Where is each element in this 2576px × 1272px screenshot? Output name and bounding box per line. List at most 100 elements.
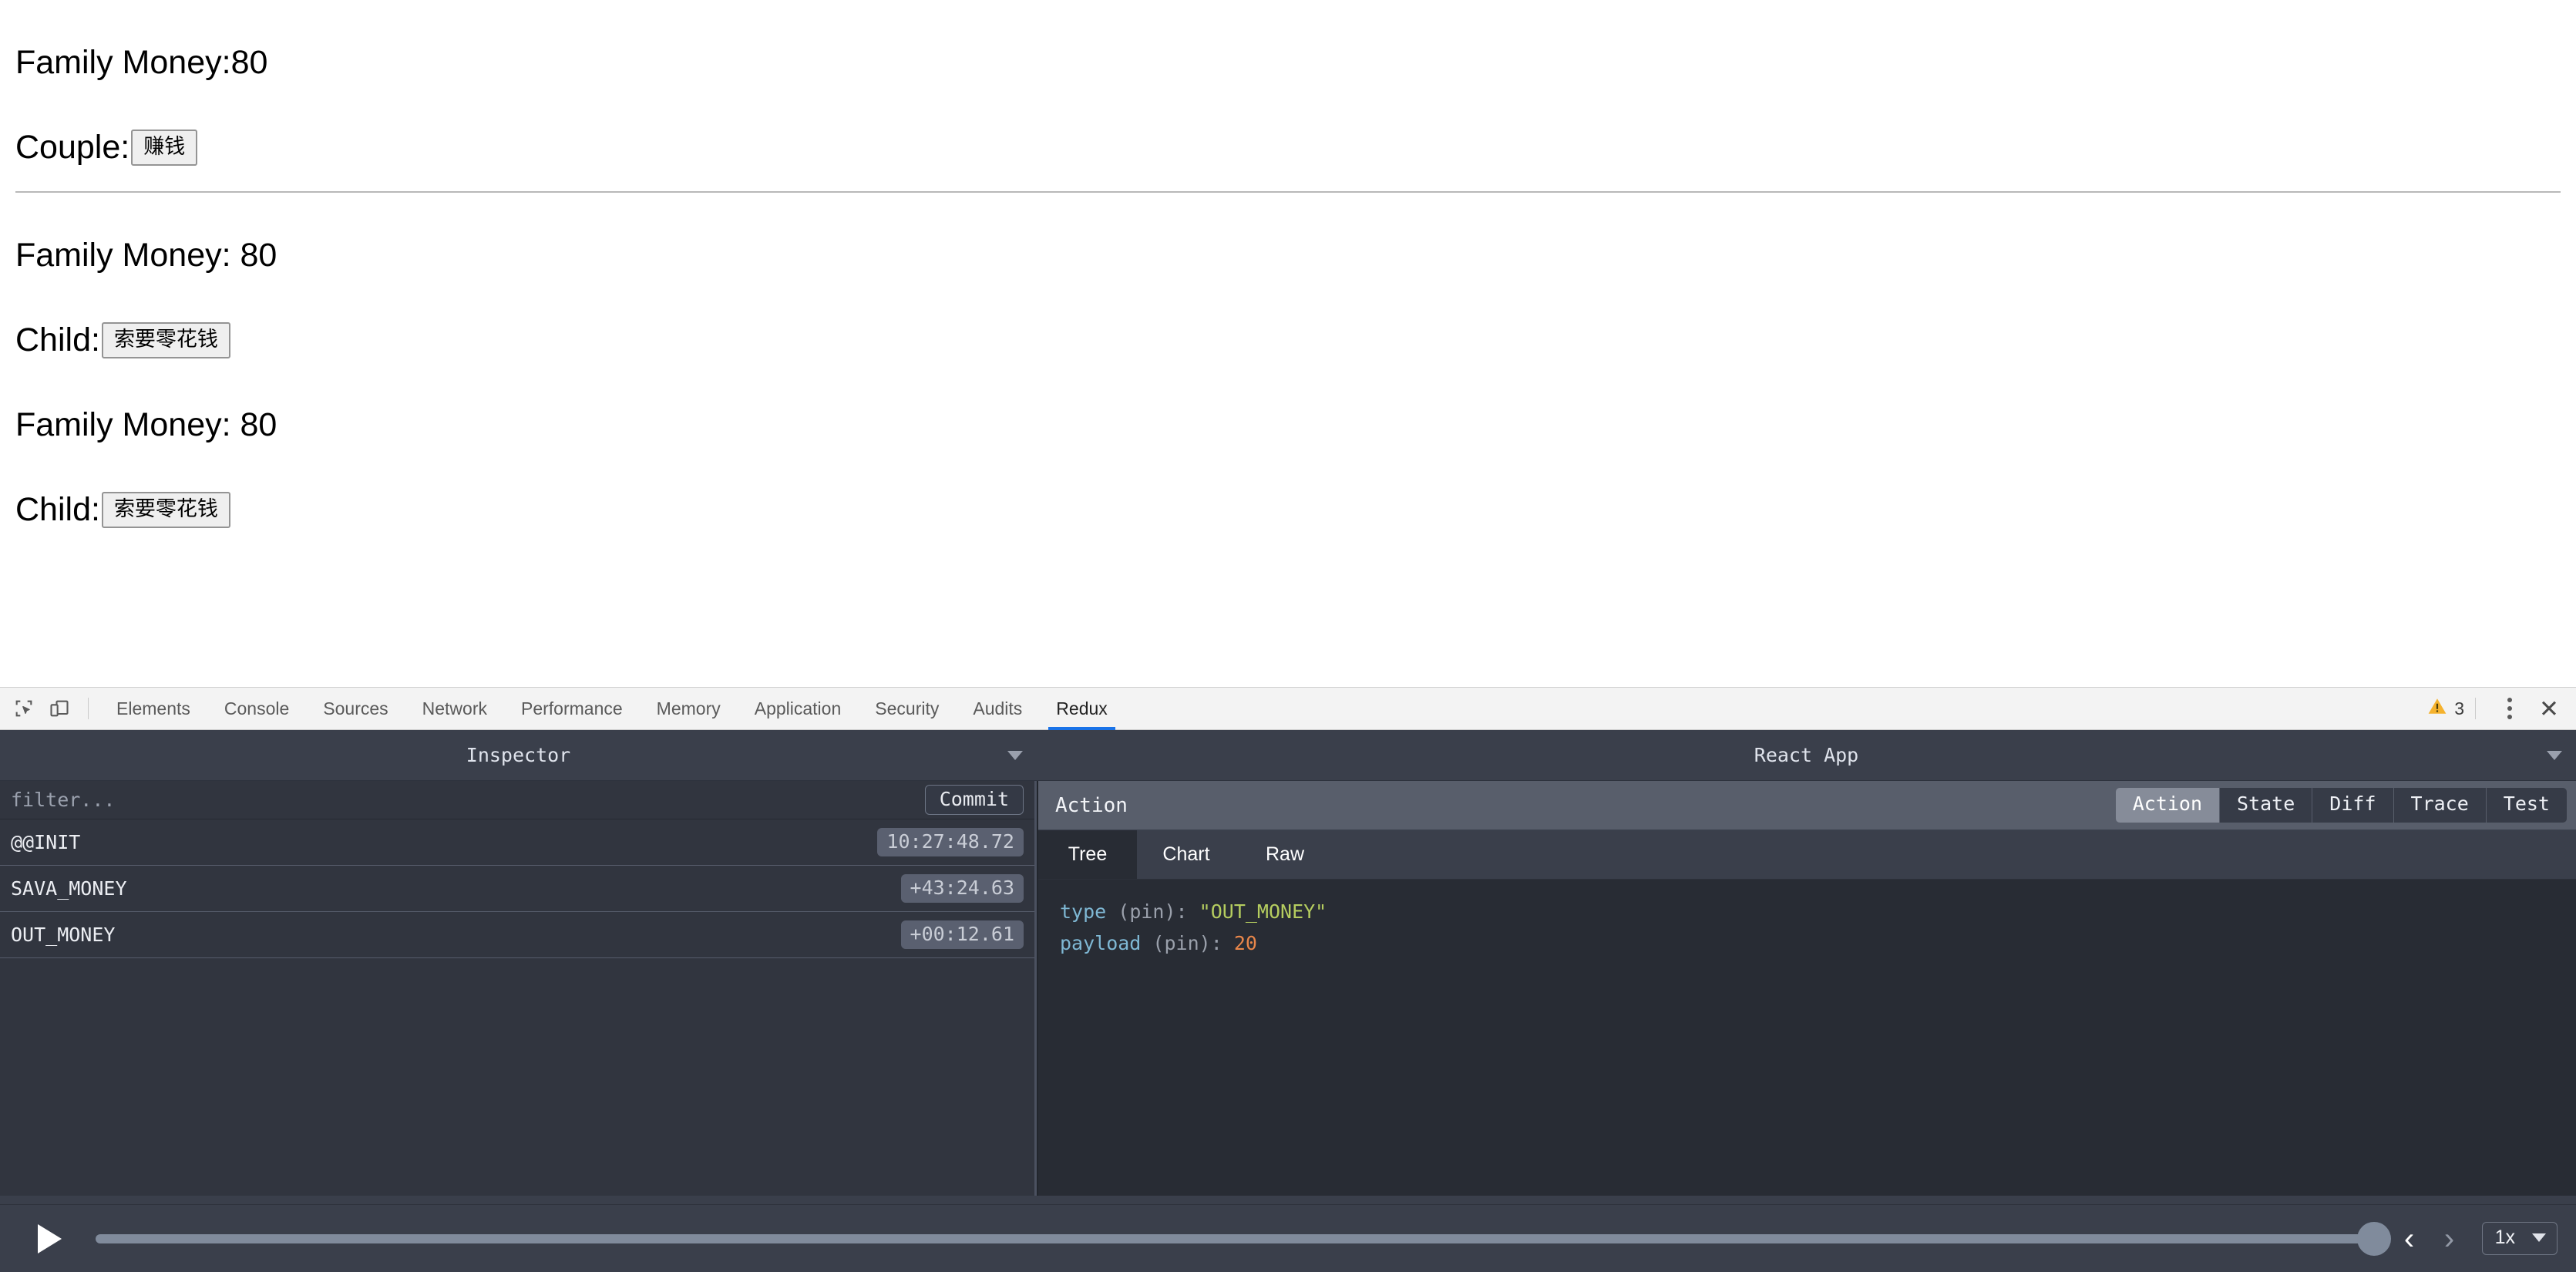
inspect-element-icon[interactable] [6, 691, 42, 726]
filter-input[interactable] [11, 789, 925, 811]
devtools-toolbar-right: 3 ✕ [2427, 688, 2576, 729]
web-page-content: Family Money:80 Couple: 赚钱 Family Money:… [0, 0, 2576, 687]
action-detail-title: Action [1055, 793, 1128, 817]
subtab-raw[interactable]: Raw [1236, 830, 1334, 879]
devtools-panel: Elements Console Sources Network Perform… [0, 687, 2576, 1272]
action-timestamp: 10:27:48.72 [877, 828, 1024, 856]
tab-redux[interactable]: Redux [1039, 688, 1124, 730]
action-tree-view: type (pin): "OUT_MONEY" payload (pin): 2… [1038, 880, 2576, 1196]
playback-speed-select[interactable]: 1x [2481, 1222, 2558, 1255]
tree-value: "OUT_MONEY" [1199, 900, 1327, 923]
subtab-label: Chart [1162, 843, 1210, 865]
tab-label: Redux [1056, 698, 1108, 718]
chevron-left-icon[interactable]: ‹ [2389, 1217, 2430, 1260]
tree-value: 20 [1233, 931, 1257, 954]
tab-elements[interactable]: Elements [99, 688, 207, 730]
instance-selector[interactable]: React App [1037, 730, 2576, 780]
mode-button-test[interactable]: Test [2486, 788, 2567, 823]
ask-pocket-money-button-1[interactable]: 索要零花钱 [101, 322, 230, 358]
chevron-down-icon [1007, 750, 1023, 760]
slider-thumb[interactable] [2356, 1221, 2391, 1256]
tree-pin-label[interactable]: (pin) [1152, 932, 1210, 954]
tab-label: Audits [973, 698, 1023, 718]
tab-label: Network [422, 698, 487, 718]
chevron-right-icon[interactable]: › [2430, 1217, 2470, 1260]
instance-title: React App [1754, 744, 1859, 766]
subtab-label: Raw [1265, 843, 1304, 865]
kebab-menu-icon[interactable] [2496, 693, 2524, 724]
action-name: SAVA_MONEY [11, 877, 127, 900]
inspector-title: Inspector [466, 744, 571, 766]
list-item[interactable]: SAVA_MONEY +43:24.63 [0, 866, 1034, 912]
tab-network[interactable]: Network [405, 688, 504, 730]
toolbar-separator [88, 698, 89, 719]
play-icon[interactable] [26, 1216, 72, 1262]
tree-pin-label[interactable]: (pin) [1118, 900, 1175, 923]
couple-label: Couple: [15, 129, 130, 166]
playback-speed-value: 1x [2494, 1227, 2515, 1248]
redux-panel-headers: Inspector React App [0, 730, 2576, 781]
devtools-tabbar: Elements Console Sources Network Perform… [0, 687, 2576, 730]
family-money-heading-1: Family Money:80 [15, 44, 268, 81]
tab-console[interactable]: Console [207, 688, 306, 730]
chevron-down-icon [2547, 750, 2562, 760]
commit-button[interactable]: Commit [924, 784, 1024, 816]
filter-row: Commit [0, 781, 1034, 819]
tab-label: Elements [116, 698, 190, 718]
family-money-heading-2: Family Money: 80 [15, 237, 277, 274]
tree-key: payload [1060, 931, 1142, 954]
time-travel-bar: ‹ › 1x [0, 1204, 2576, 1272]
list-item[interactable]: OUT_MONEY +00:12.61 [0, 912, 1034, 958]
tree-row-payload[interactable]: payload (pin): 20 [1060, 928, 2576, 960]
tab-label: Memory [656, 698, 721, 718]
mode-button-diff[interactable]: Diff [2312, 788, 2394, 823]
tree-key: type [1060, 900, 1107, 923]
subtab-tree[interactable]: Tree [1038, 830, 1137, 879]
warning-count: 3 [2454, 698, 2464, 718]
mode-button-state[interactable]: State [2220, 788, 2313, 823]
tree-row-type[interactable]: type (pin): "OUT_MONEY" [1060, 897, 2576, 928]
mode-button-action[interactable]: Action [2115, 788, 2221, 823]
child-label-1: Child: [15, 321, 100, 358]
tab-label: Sources [323, 698, 388, 718]
mode-button-trace[interactable]: Trace [2393, 788, 2487, 823]
action-name: OUT_MONEY [11, 924, 116, 946]
tab-label: Application [754, 698, 842, 718]
mode-button-group: Action State Diff Trace Test [2115, 788, 2567, 823]
action-timestamp: +43:24.63 [900, 874, 1024, 903]
child-row-2: Child: 索要零花钱 [15, 492, 230, 528]
toolbar-separator-2 [2475, 698, 2476, 719]
earn-money-button[interactable]: 赚钱 [131, 130, 198, 166]
tab-sources[interactable]: Sources [306, 688, 405, 730]
warning-indicator[interactable]: 3 [2427, 696, 2464, 721]
tab-label: Console [224, 698, 290, 718]
list-item[interactable]: @@INIT 10:27:48.72 [0, 819, 1034, 866]
child-label-2: Child: [15, 491, 100, 528]
tab-security[interactable]: Security [858, 688, 956, 730]
tab-label: Performance [521, 698, 623, 718]
tab-audits[interactable]: Audits [956, 688, 1039, 730]
tab-memory[interactable]: Memory [640, 688, 738, 730]
action-timestamp: +00:12.61 [900, 920, 1024, 949]
child-row-1: Child: 索要零花钱 [15, 322, 230, 358]
action-list: @@INIT 10:27:48.72 SAVA_MONEY +43:24.63 … [0, 819, 1034, 1196]
warning-triangle-icon [2427, 696, 2447, 721]
tab-application[interactable]: Application [738, 688, 859, 730]
ask-pocket-money-button-2[interactable]: 索要零花钱 [101, 492, 230, 528]
action-detail-header: Action Action State Diff Trace Test [1038, 781, 2576, 830]
tab-label: Security [875, 698, 940, 718]
family-money-heading-3: Family Money: 80 [15, 406, 277, 443]
action-name: @@INIT [11, 831, 81, 853]
redux-body: Commit @@INIT 10:27:48.72 SAVA_MONEY +43… [0, 781, 2576, 1196]
close-icon[interactable]: ✕ [2533, 692, 2565, 725]
couple-row: Couple: 赚钱 [15, 129, 198, 166]
time-travel-slider[interactable] [96, 1221, 2391, 1256]
action-list-pane: Commit @@INIT 10:27:48.72 SAVA_MONEY +43… [0, 781, 1037, 1196]
chevron-down-icon [2532, 1233, 2546, 1242]
tab-performance[interactable]: Performance [504, 688, 640, 730]
subtab-label: Tree [1068, 843, 1108, 865]
subtab-chart[interactable]: Chart [1137, 830, 1236, 879]
device-toolbar-icon[interactable] [42, 691, 77, 726]
inspector-selector[interactable]: Inspector [0, 730, 1037, 780]
section-divider [15, 191, 2561, 193]
